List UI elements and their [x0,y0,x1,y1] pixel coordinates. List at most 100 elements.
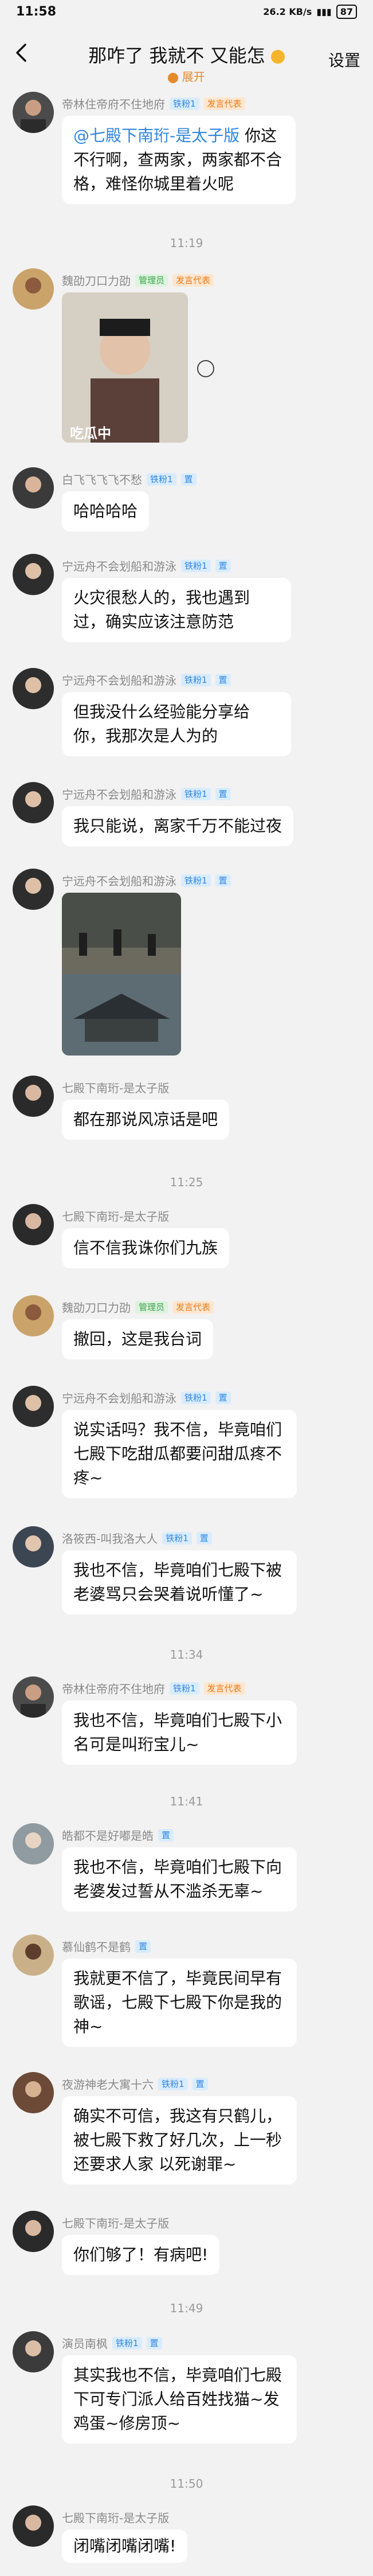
sender-name[interactable]: 魏劭刀口力劭 [62,272,131,288]
sender-line: 宁远舟不会划船和游泳 铁粉1 置 [62,785,231,802]
avatar[interactable] [13,1823,54,1864]
sender-name[interactable]: 宁远舟不会划船和游泳 [62,785,176,802]
avatar[interactable] [13,2211,54,2252]
message-item: 宁远舟不会划船和游泳 铁粉1 置 说实话吗？我不信，毕竟咱们七殿下吃甜瓜都要问甜… [13,1386,368,1512]
sender-line: 宁远舟不会划船和游泳 铁粉1 置 [62,557,231,574]
message-bubble[interactable]: 我就更不信了，毕竟民间早有歌谣，七殿下七殿下你是我的神~ [62,1959,297,2047]
avatar[interactable] [13,2505,54,2547]
level-badge: 铁粉1 [170,1682,199,1695]
message-item: 宁远舟不会划船和游泳 铁粉1 置 [13,869,368,1058]
avatar[interactable] [13,668,54,709]
sender-name[interactable]: 七殿下南珩-是太子版 [62,2509,169,2526]
message-bubble[interactable]: 但我没什么经验能分享给你，我那次是人为的 [62,692,291,756]
sender-line: 夜游神老大寓十六 铁粉1 置 [62,2075,208,2092]
avatar[interactable] [13,2072,54,2113]
timestamp: 11:19 [170,236,203,250]
sender-line: 宁远舟不会划船和游泳 铁粉1 置 [62,872,231,889]
sender-name[interactable]: 宁远舟不会划船和游泳 [62,872,176,889]
settings-button[interactable]: 设置 [328,48,360,71]
avatar[interactable] [13,1934,54,1976]
message-bubble[interactable]: 说实话吗？我不信，毕竟咱们七殿下吃甜瓜都要问甜瓜疼不疼~ [62,1410,297,1498]
message-bubble[interactable]: 哈哈哈哈 [62,491,150,531]
message-item: 宁远舟不会划船和游泳 铁粉1 置 但我没什么经验能分享给你，我那次是人为的 [13,668,368,765]
message-bubble[interactable]: 我也不信，毕竟咱们七殿下被老婆骂只会哭着说听懂了~ [62,1550,297,1615]
message-bubble[interactable]: 撤回，这是我台词 [62,1319,214,1359]
expand-toggle[interactable]: 展开 [0,68,373,84]
founder-badge: 置 [196,1531,212,1545]
message-bubble[interactable]: 我也不信，毕竟咱们七殿下小名可是叫珩宝儿~ [62,1701,297,1765]
sender-name[interactable]: 皓都不是好嘟是皓 [62,1827,154,1843]
message-item: 白飞飞飞飞不愁 铁粉1 置 哈哈哈哈 [13,467,368,536]
sender-name[interactable]: 宁远舟不会划船和游泳 [62,1389,176,1406]
expand-icon [168,72,179,83]
sender-name[interactable]: 宁远舟不会划船和游泳 [62,557,176,574]
avatar[interactable] [13,1076,54,1117]
message-item: 宁远舟不会划船和游泳 铁粉1 置 火灾很愁人的，我也遇到过，确实应该注意防范 [13,554,368,651]
level-badge: 铁粉1 [158,2077,188,2090]
message-bubble[interactable]: 你们够了！有病吧! [62,2235,220,2275]
timestamp: 11:50 [170,2477,203,2491]
founder-badge: 置 [180,472,197,486]
sender-line: 七殿下南珩-是太子版 [62,2509,169,2526]
sender-line: 帝林住帝府不住地府 铁粉1 发言代表 [62,1680,245,1697]
avatar[interactable] [13,268,54,310]
message-item: 洛筱西-叫我洛大人 铁粉1 置 我也不信，毕竟咱们七殿下被老婆骂只会哭着说听懂了… [13,1526,368,1624]
speaker-badge: 发言代表 [172,1300,214,1314]
avatar[interactable] [13,1526,54,1568]
sender-name[interactable]: 七殿下南珩-是太子版 [62,2214,169,2231]
zoom-icon[interactable] [197,360,214,377]
sender-line: 演员南枫 铁粉1 置 [62,2335,162,2351]
timestamp: 11:34 [170,1648,203,1662]
status-icons: 26.2 KB/s ▮▮▮ 87 [263,4,357,19]
level-badge: 铁粉1 [181,787,211,800]
emoji-icon [270,50,285,64]
message-item: 七殿下南珩-是太子版 信不信我诛你们九族 [13,1204,368,1273]
message-bubble[interactable]: 确实不可信，我这有只鹤儿，被七殿下救了好几次，上一秒还要求人家 以死谢罪~ [62,2096,297,2184]
sender-name[interactable]: 帝林住帝府不住地府 [62,95,165,112]
admin-badge: 管理员 [135,273,168,287]
sender-name[interactable]: 白飞飞飞飞不愁 [62,471,142,487]
message-bubble[interactable]: @七殿下南珩-是太子版 你这不行啊，查两家，两家都不合格，难怪你城里着火呢 [62,116,296,204]
level-badge: 铁粉1 [181,559,211,572]
avatar[interactable] [13,2331,54,2372]
avatar[interactable] [13,782,54,823]
network-speed: 26.2 KB/s [263,6,312,17]
level-badge: 铁粉1 [181,1391,211,1404]
founder-badge: 置 [146,2336,162,2350]
sender-name[interactable]: 七殿下南珩-是太子版 [62,1079,169,1096]
message-bubble[interactable]: 我也不信，毕竟咱们七殿下向老婆发过誓从不滥杀无辜~ [62,1847,297,1912]
level-badge: 铁粉1 [170,97,199,110]
avatar[interactable] [13,1676,54,1718]
message-bubble[interactable]: 火灾很愁人的，我也遇到过，确实应该注意防范 [62,578,291,642]
message-item: 魏劭刀口力劭 管理员 发言代表 吃瓜中 [13,268,368,446]
message-item: 宁远舟不会划船和游泳 铁粉1 置 我只能说，离家千万不能过夜 [13,782,368,851]
avatar[interactable] [13,554,54,595]
sender-name[interactable]: 七殿下南珩-是太子版 [62,1207,169,1224]
message-item: 皓都不是好嘟是皓 置 我也不信，毕竟咱们七殿下向老婆发过誓从不滥杀无辜~ [13,1823,368,1921]
sender-name[interactable]: 宁远舟不会划船和游泳 [62,671,176,688]
sender-line: 洛筱西-叫我洛大人 铁粉1 置 [62,1530,212,1546]
sender-name[interactable]: 慕仙鹤不是鹤 [62,1938,131,1955]
founder-badge: 置 [215,559,231,572]
avatar[interactable] [13,1295,54,1336]
message-bubble[interactable]: 都在那说风凉话是吧 [62,1100,230,1140]
avatar[interactable] [13,1204,54,1245]
avatar[interactable] [13,869,54,910]
image-message[interactable] [62,893,181,1056]
sender-name[interactable]: 魏劭刀口力劭 [62,1299,131,1315]
sender-name[interactable]: 帝林住帝府不住地府 [62,1680,165,1697]
message-bubble[interactable]: 我只能说，离家千万不能过夜 [62,806,294,846]
avatar[interactable] [13,467,54,509]
avatar[interactable] [13,92,54,133]
sender-name[interactable]: 夜游神老大寓十六 [62,2075,154,2092]
founder-badge: 置 [158,1828,174,1842]
sender-name[interactable]: 洛筱西-叫我洛大人 [62,1530,158,1546]
message-bubble[interactable]: 闭嘴闭嘴闭嘴! [62,2530,188,2563]
avatar[interactable] [13,1386,54,1427]
message-bubble[interactable]: 其实我也不信，毕竟咱们七殿下可专门派人给百姓找猫~发鸡蛋~修房顶~ [62,2355,297,2444]
message-bubble[interactable]: 信不信我诛你们九族 [62,1228,230,1268]
message-item: 演员南枫 铁粉1 置 其实我也不信，毕竟咱们七殿下可专门派人给百姓找猫~发鸡蛋~… [13,2331,368,2457]
sender-name[interactable]: 演员南枫 [62,2335,108,2351]
image-message[interactable]: 吃瓜中 [62,292,188,443]
mention-link[interactable]: @七殿下南珩-是太子版 [73,126,239,145]
